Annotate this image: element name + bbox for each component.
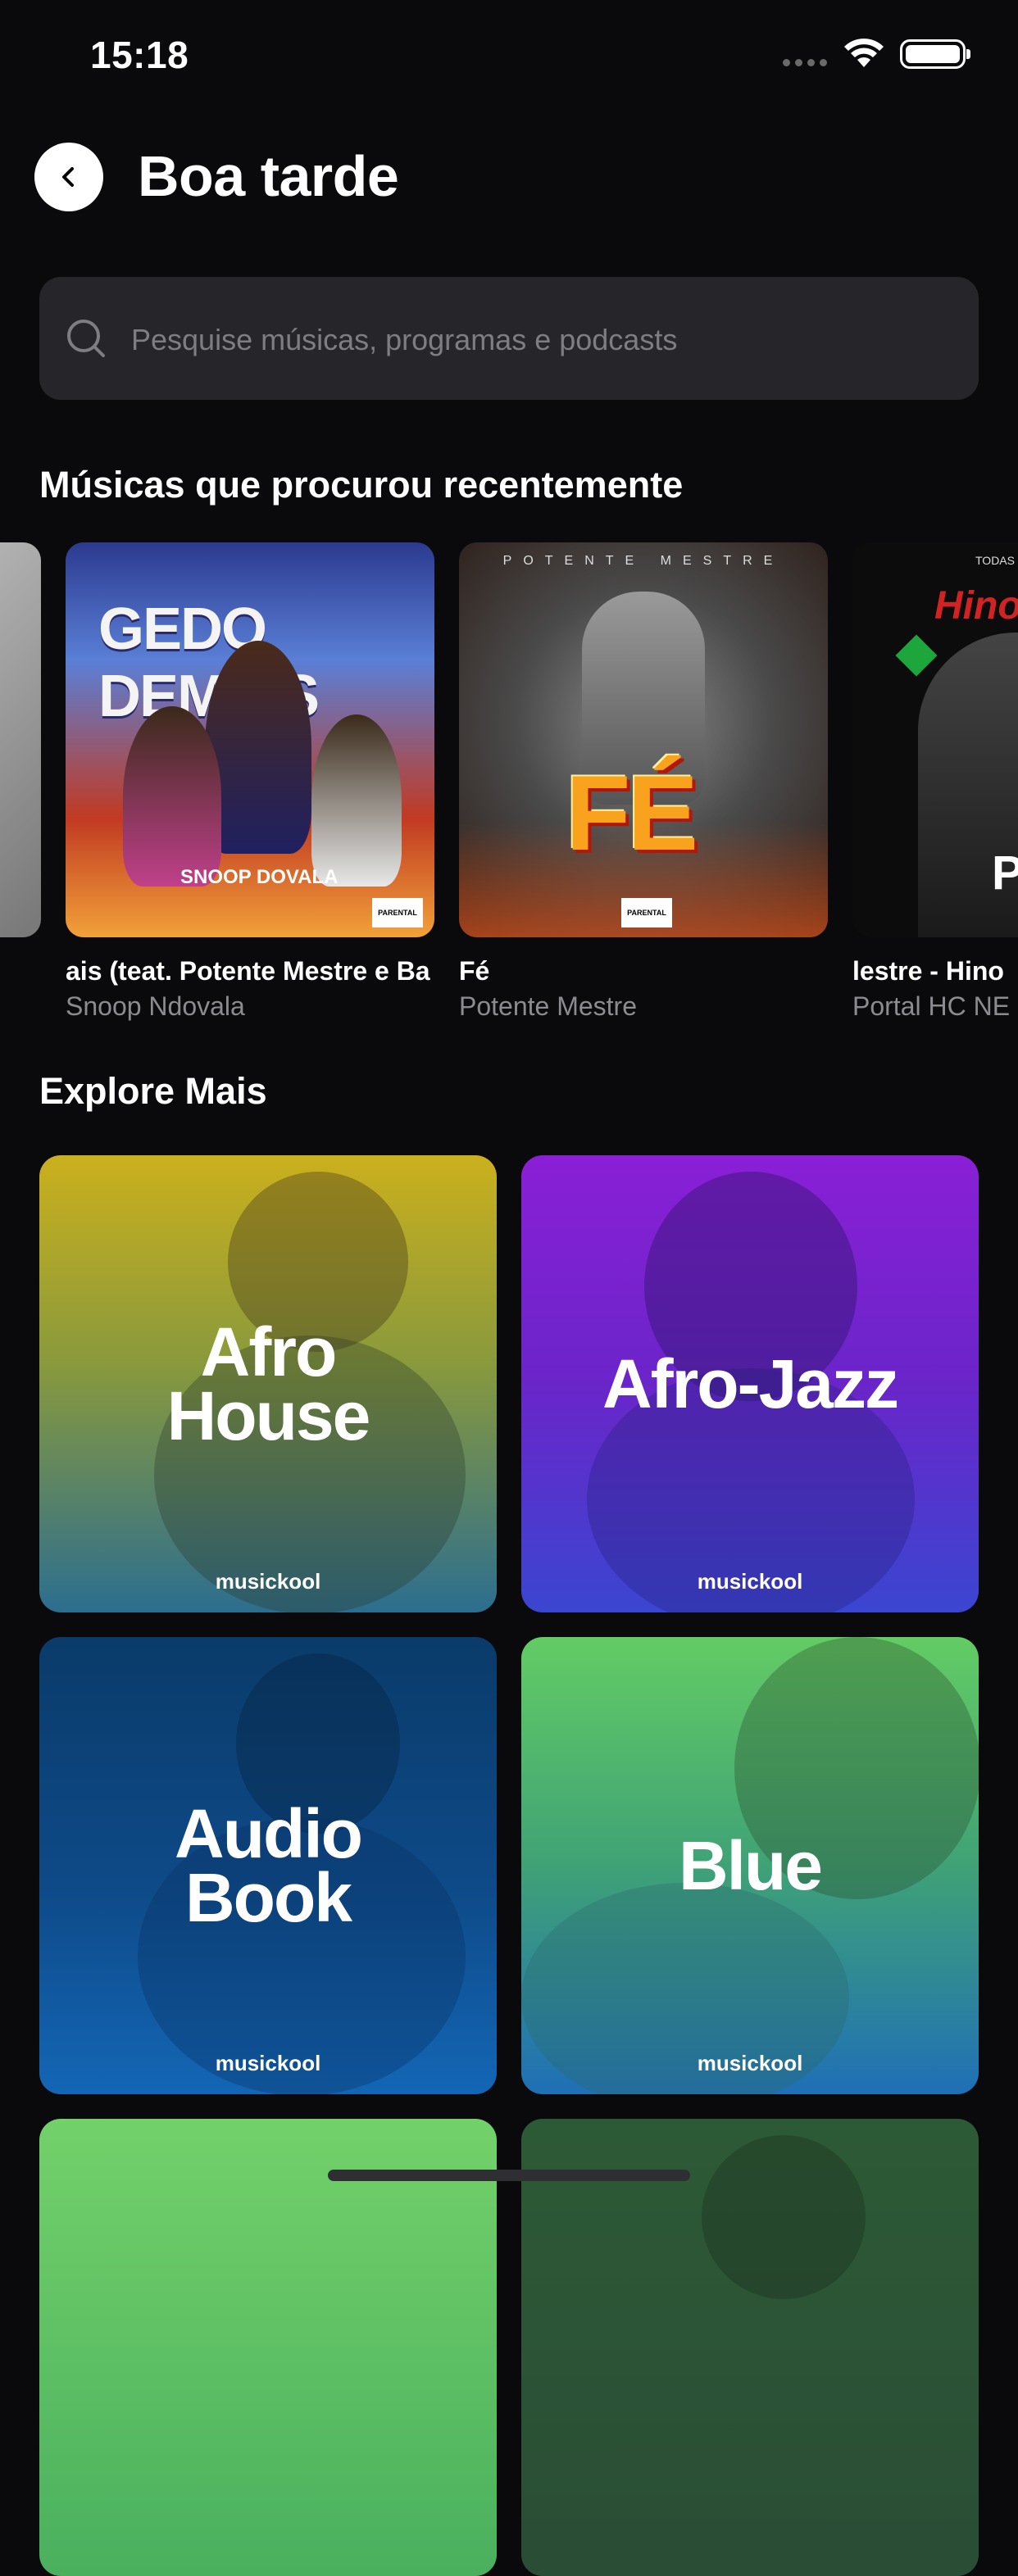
- search-input[interactable]: [130, 315, 936, 365]
- genre-name: Afro-Jazz: [602, 1345, 899, 1422]
- album-title: ais (teat. Potente Mestre e Ba: [66, 956, 430, 986]
- wifi-icon: [844, 39, 884, 67]
- cover-title-text: FÉ: [566, 753, 698, 873]
- home-indicator[interactable]: [328, 2170, 690, 2181]
- recent-item[interactable]: TODAS BA Hino D PO ME lestre - Hino Port…: [852, 542, 1018, 1021]
- cover-red-text: Hino D: [934, 584, 1018, 628]
- recent-item[interactable]: GEDO DEMAIS SNOOP DOVALA PARENTAL ais (t…: [66, 542, 434, 1021]
- search-icon: [67, 320, 105, 357]
- cover-top-text: POTENTE MESTRE: [502, 554, 784, 568]
- album-cover: GEDO DEMAIS SNOOP DOVALA PARENTAL: [66, 542, 434, 937]
- genre-name: Audio Book: [175, 1795, 363, 1936]
- cover-top-text: TODAS BA: [975, 554, 1018, 567]
- genre-tile-afro-jazz[interactable]: Afro-Jazz musickool: [521, 1155, 979, 1612]
- back-button[interactable]: [34, 143, 103, 211]
- album-artist: Potente Mestre: [459, 991, 637, 1021]
- genre-tile-blue[interactable]: Blue musickool: [521, 1637, 979, 2094]
- genre-name: Blue: [678, 1827, 823, 1904]
- album-cover: [0, 542, 41, 937]
- genre-name: Afro House: [166, 1313, 371, 1454]
- brand-logo: musickool: [697, 1569, 803, 1594]
- chevron-left-icon: [62, 167, 74, 187]
- brand-logo: musickool: [215, 1569, 321, 1594]
- album-title: lestre - Hino: [852, 956, 1004, 986]
- album-cover: TODAS BA Hino D PO ME: [852, 542, 1018, 937]
- cover-title-text: PO ME: [992, 846, 1018, 900]
- album-title: Fé: [459, 956, 490, 986]
- recent-section-heading: Músicas que procurou recentemente: [39, 464, 684, 506]
- genre-tile[interactable]: [39, 2119, 497, 2576]
- battery-icon: [900, 39, 970, 69]
- genre-tile[interactable]: [521, 2119, 979, 2576]
- brand-logo: musickool: [215, 2051, 321, 2075]
- recent-item[interactable]: POTENTE MESTRE FÉ PARENTAL Fé Potente Me…: [459, 542, 828, 1021]
- genre-tile-audio-book[interactable]: Audio Book musickool: [39, 1637, 497, 2094]
- album-artist: Portal HC NE: [852, 991, 1011, 1021]
- recent-carousel[interactable]: GEDO DEMAIS SNOOP DOVALA PARENTAL ais (t…: [0, 542, 1018, 1034]
- cellular-signal-icon: [783, 59, 827, 66]
- page-title: Boa tarde: [138, 144, 399, 208]
- status-time: 15:18: [90, 34, 189, 76]
- genre-tile-afro-house[interactable]: Afro House musickool: [39, 1155, 497, 1612]
- album-cover: POTENTE MESTRE FÉ PARENTAL: [459, 542, 828, 937]
- recent-item[interactable]: [0, 542, 41, 937]
- status-bar: 15:18: [0, 0, 1018, 115]
- cover-artist-label: SNOOP DOVALA: [180, 866, 339, 888]
- album-artist: Snoop Ndovala: [66, 991, 245, 1021]
- explore-section-heading: Explore Mais: [39, 1070, 267, 1112]
- brand-logo: musickool: [697, 2051, 803, 2075]
